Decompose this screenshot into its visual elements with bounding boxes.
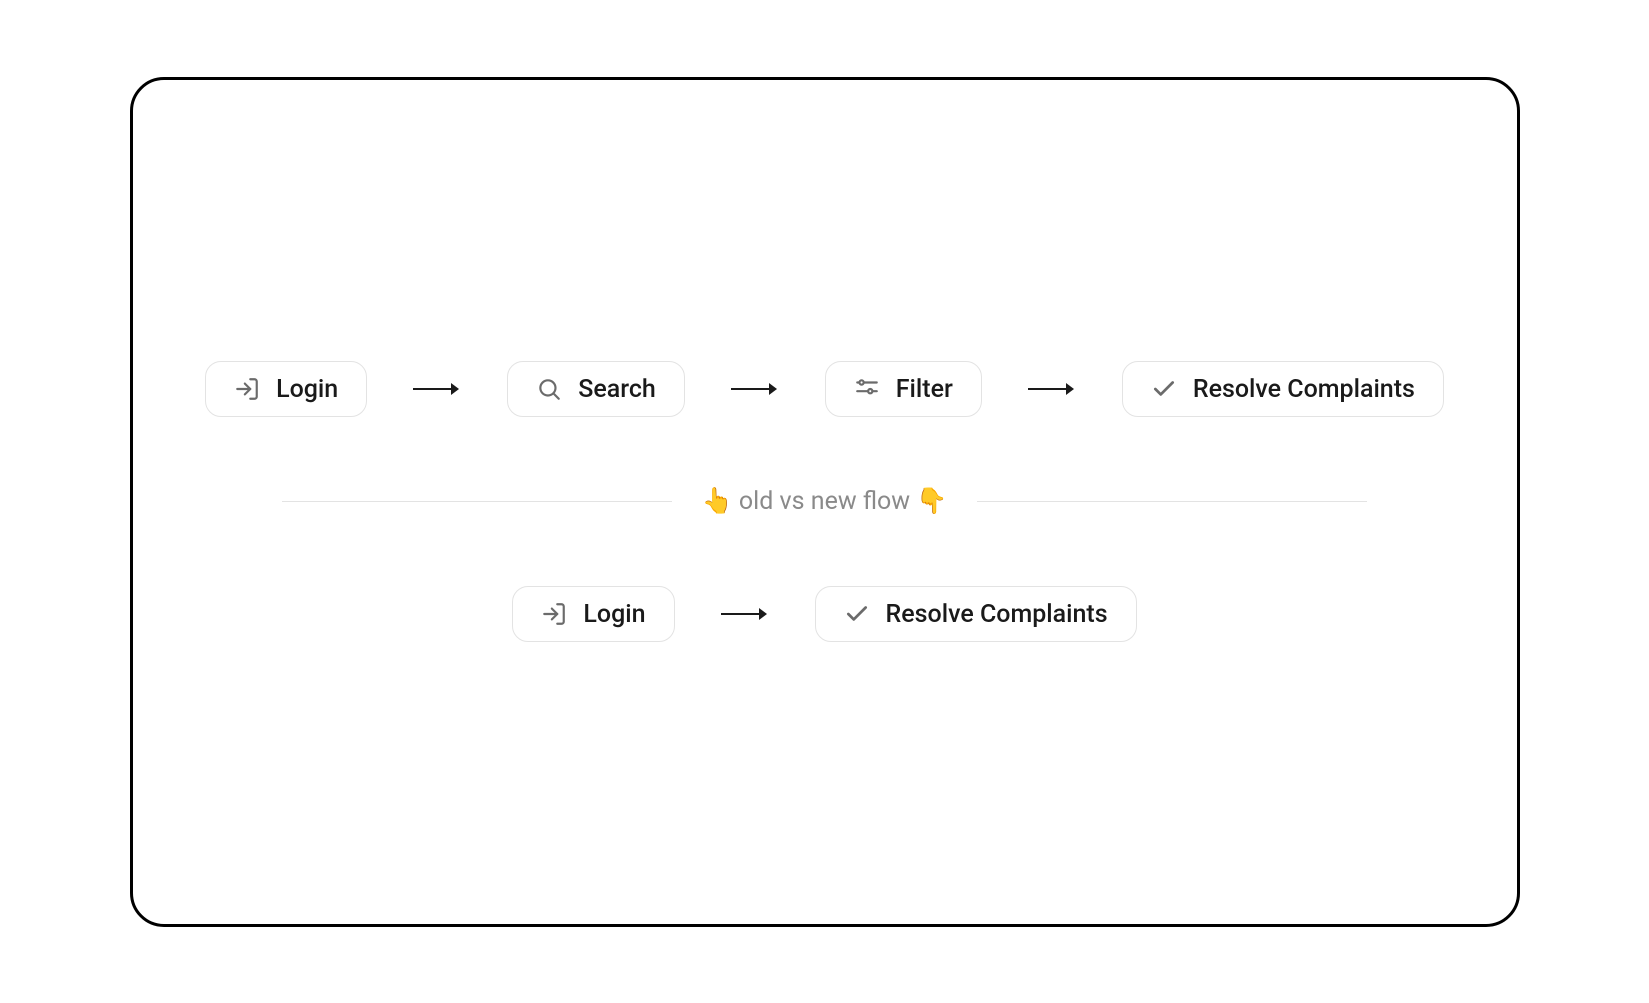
step-search: Search [507,361,685,417]
arrow-right-icon [719,605,771,623]
step-filter: Filter [825,361,982,417]
step-label: Filter [896,377,953,402]
old-flow-row: Login Search [205,361,1444,417]
step-label: Search [578,377,656,402]
divider-line [282,501,672,502]
diagram-frame: Login Search [130,77,1520,927]
step-login: Login [205,361,367,417]
step-resolve: Resolve Complaints [1122,361,1444,417]
arrow-right-icon [411,380,463,398]
step-label: Resolve Complaints [886,602,1108,627]
check-icon [1151,376,1177,402]
divider-line [977,501,1367,502]
step-resolve: Resolve Complaints [815,586,1137,642]
arrow-right-icon [1026,380,1078,398]
login-icon [234,376,260,402]
step-label: Login [583,602,645,627]
arrow-right-icon [729,380,781,398]
filter-icon [854,376,880,402]
step-login: Login [512,586,674,642]
divider-row: 👆 old vs new flow 👇 [282,487,1367,516]
new-flow-row: Login Resolve Complaints [512,586,1136,642]
divider-label: 👆 old vs new flow 👇 [702,487,948,516]
step-label: Login [276,377,338,402]
search-icon [536,376,562,402]
check-icon [844,601,870,627]
step-label: Resolve Complaints [1193,377,1415,402]
login-icon [541,601,567,627]
